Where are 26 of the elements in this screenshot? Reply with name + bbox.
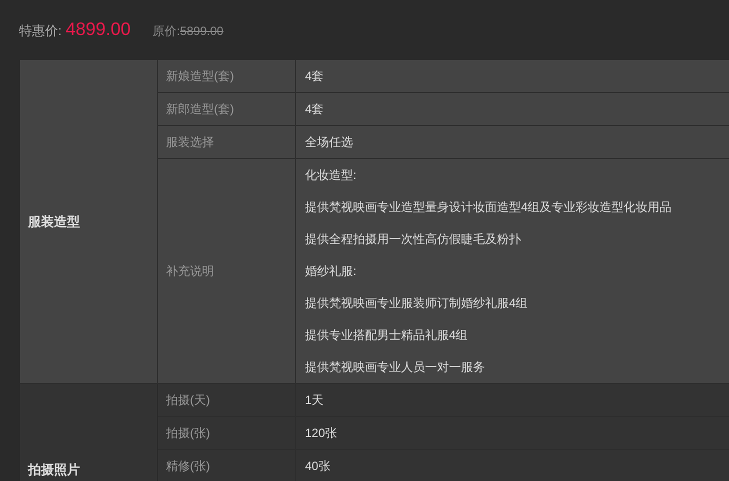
original-price: 5899.00	[180, 23, 224, 40]
original-price-label: 原价:	[152, 23, 180, 40]
row-value: 提供梵视映画专业服装师订制婚纱礼服4组	[305, 295, 529, 312]
row-label: 新娘造型(套)	[158, 60, 296, 93]
row-label: 服装选择	[158, 126, 296, 159]
row-value: 提供全程拍摄用一次性高仿假睫毛及粉扑	[305, 231, 522, 248]
row-label: 拍摄(张)	[158, 417, 296, 450]
row-value: 4套	[305, 68, 325, 85]
row-value: 提供梵视映画专业人员一对一服务	[305, 359, 486, 376]
row-label: 新郎造型(套)	[158, 93, 296, 126]
row-label: 拍摄(天)	[158, 384, 296, 417]
row-value: 化妆造型:	[305, 167, 358, 184]
row-value: 4套	[305, 101, 325, 118]
row-value: 40张	[305, 458, 332, 475]
row-value: 120张	[305, 425, 338, 442]
row-value: 提供专业搭配男士精品礼服4组	[305, 327, 469, 344]
sale-price-label: 特惠价:	[19, 22, 62, 40]
row-value: 提供梵视映画专业造型量身设计妆面造型4组及专业彩妆造型化妆用品	[305, 199, 673, 216]
row-label: 精修(张)	[158, 450, 296, 481]
row-value: 1天	[305, 392, 325, 409]
row-value: 全场任选	[305, 134, 354, 151]
section-title: 服装造型	[20, 60, 158, 383]
section-title: 拍摄照片	[20, 384, 158, 481]
sale-price: 4899.00	[66, 18, 131, 41]
row-value: 婚纱礼服:	[305, 263, 358, 280]
row-label: 补充说明	[158, 159, 296, 383]
